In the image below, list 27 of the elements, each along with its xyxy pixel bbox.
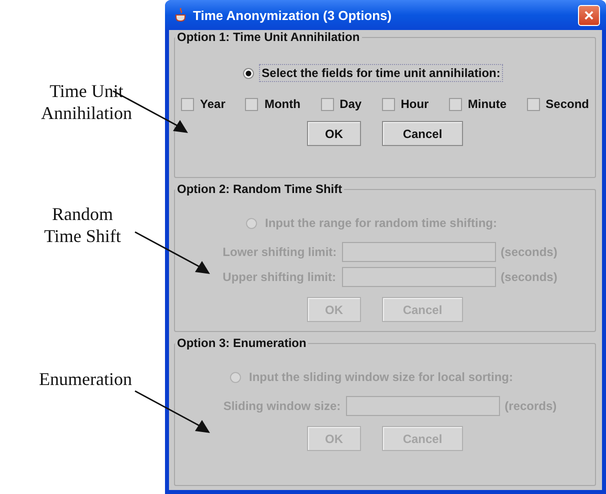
checkbox[interactable] <box>448 98 462 110</box>
radio-button[interactable] <box>246 218 257 228</box>
checkbox[interactable] <box>526 98 540 110</box>
radio-button[interactable] <box>242 68 254 78</box>
checkbox-label[interactable]: Second <box>546 97 589 111</box>
checkbox[interactable] <box>320 98 334 110</box>
panel-title: Option 3: Enumeration <box>176 336 308 350</box>
radio-label[interactable]: Select the fields for time unit annihilation: <box>258 64 504 82</box>
checkbox-label[interactable]: Minute <box>468 97 507 111</box>
cancel-button[interactable]: Cancel <box>382 121 463 146</box>
close-button[interactable]: × <box>578 4 600 26</box>
annotation-label: Time Unit Annihilation <box>41 80 132 124</box>
checkbox-label[interactable]: Day <box>340 97 362 111</box>
checkbox[interactable] <box>245 98 258 110</box>
annotation-label: Enumeration <box>39 368 132 390</box>
panel-title: Option 2: Random Time Shift <box>176 182 344 196</box>
window-title: Time Anonymization (3 Options) <box>193 8 393 22</box>
checkbox[interactable] <box>181 98 194 110</box>
checkbox-label[interactable]: Year <box>200 97 226 111</box>
annotation-label: Random Time Shift <box>44 203 121 247</box>
panel-title: Option 1: Time Unit Annihilation <box>176 30 361 44</box>
checkbox[interactable] <box>382 98 395 110</box>
checkbox-label[interactable]: Hour <box>400 97 429 111</box>
ok-button[interactable]: OK <box>307 121 361 146</box>
radio-button[interactable] <box>230 372 241 382</box>
cup-icon <box>175 8 187 22</box>
checkbox-label[interactable]: Month <box>264 97 300 111</box>
